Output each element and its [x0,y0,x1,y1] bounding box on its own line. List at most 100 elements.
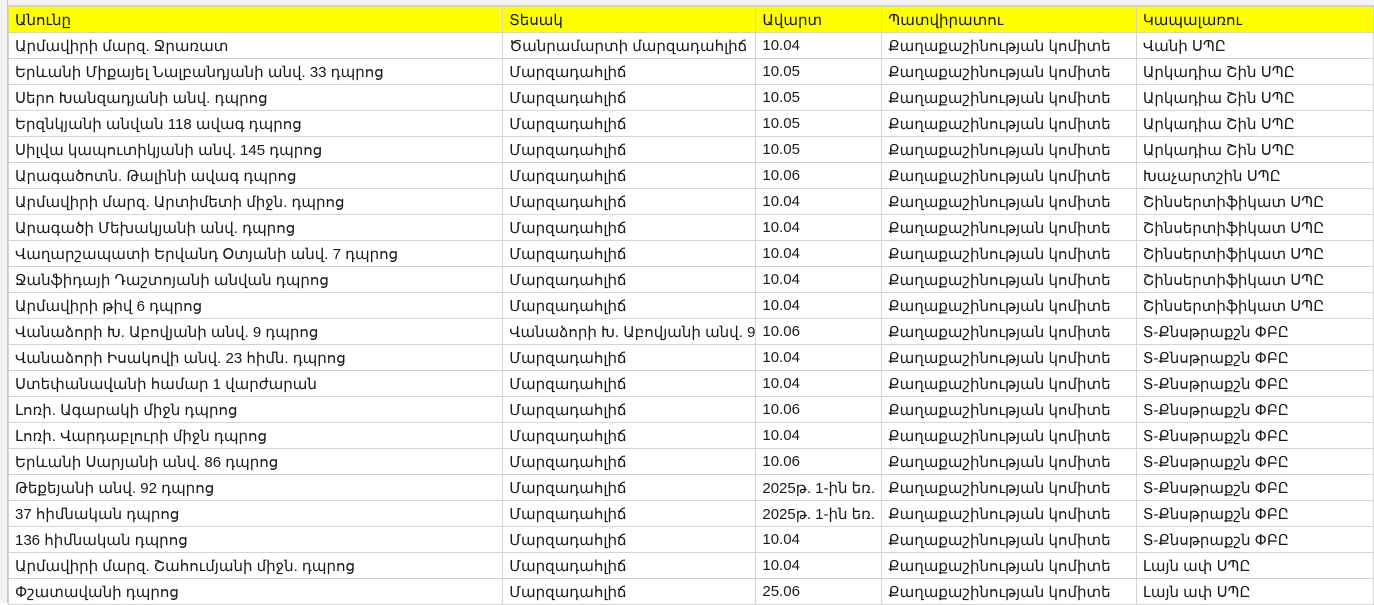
cell-type[interactable]: Մարզադահլիճ [502,188,757,215]
cell-client[interactable]: Քաղաքաշինության կոմիտե [881,188,1137,215]
cell-client[interactable]: Քաղաքաշինության կոմիտե [881,448,1137,475]
cell-client[interactable]: Քաղաքաշինության կոմիտե [881,474,1137,501]
cell-end[interactable]: 2025թ. 1-ին եռ. [755,500,883,527]
cell-type[interactable]: Մարզադահլիճ [502,84,757,111]
cell-client[interactable]: Քաղաքաշինության կոմիտե [881,266,1137,293]
cell-name[interactable]: Սիլվա կապուտիկյանի անվ. 145 դպրոց [7,136,504,163]
cell-client[interactable]: Քաղաքաշինության կոմիտե [881,84,1137,111]
cell-name[interactable]: Արմավիրի մարզ. Շահումյանի միջն. դպրոց [7,552,504,579]
cell-type[interactable]: Մարզադահլիճ [502,110,757,137]
cell-contractor[interactable]: Խաչարտշին ՍՊԸ [1135,162,1374,189]
cell-end[interactable]: 10.04 [755,188,883,215]
cell-name[interactable]: Թեքեյանի անվ. 92 դպրոց [7,474,504,501]
cell-end[interactable]: 10.06 [755,448,883,475]
cell-contractor[interactable]: Արկադիա Շին ՍՊԸ [1135,136,1374,163]
cell-name[interactable]: Արմավիրի թիվ 6 դպրոց [7,292,504,319]
cell-client[interactable]: Քաղաքաշինության կոմիտե [881,318,1137,345]
cell-name[interactable]: Լոռի. Ագարակի միջն դպրոց [7,396,504,423]
cell-name[interactable]: Լոռի. Վարդաբլուրի միջն դպրոց [7,422,504,449]
cell-name[interactable]: Արագածոտն. Թալինի ավագ դպրոց [7,162,504,189]
cell-end[interactable]: 10.05 [755,58,883,85]
cell-name[interactable]: Վանաձորի Իսակովի անվ. 23 հիմն. դպրոց [7,344,504,371]
cell-end[interactable]: 2025թ. 1-ին եռ. [755,474,883,501]
header-cell-contractor[interactable]: Կապալառու [1135,6,1374,33]
cell-name[interactable]: Ջանֆիդայի Դաշտոյանի անվան դպրոց [7,266,504,293]
cell-type[interactable]: Մարզադահլիճ [502,240,757,267]
cell-end[interactable]: 10.04 [755,344,883,371]
cell-end[interactable]: 10.04 [755,32,883,59]
cell-contractor[interactable]: Վանի ՍՊԸ [1135,32,1374,59]
cell-client[interactable]: Քաղաքաշինության կոմիտե [881,344,1137,371]
cell-type[interactable]: Մարզադահլիճ [502,370,757,397]
cell-client[interactable]: Քաղաքաշինության կոմիտե [881,500,1137,527]
cell-name[interactable]: Փշատավանի դպրոց [7,578,504,605]
cell-contractor[interactable]: Տ-Քնսթրաքշն ՓԲԸ [1135,396,1374,423]
cell-end[interactable]: 10.04 [755,422,883,449]
cell-client[interactable]: Քաղաքաշինության կոմիտե [881,214,1137,241]
cell-contractor[interactable]: Շինսերտիֆիկատ ՍՊԸ [1135,292,1374,319]
cell-type[interactable]: Մարզադահլիճ [502,162,757,189]
cell-name[interactable]: Վաղարշապատի Երվանդ Օտյանի անվ. 7 դպրոց [7,240,504,267]
cell-client[interactable]: Քաղաքաշինության կոմիտե [881,110,1137,137]
cell-end[interactable]: 10.05 [755,110,883,137]
cell-name[interactable]: Երևանի Միքայել Նալբանդյանի անվ. 33 դպրոց [7,58,504,85]
cell-contractor[interactable]: Տ-Քնսթրաքշն ՓԲԸ [1135,500,1374,527]
cell-name[interactable]: 136 հիմնական դպրոց [7,526,504,553]
cell-contractor[interactable]: Արկադիա Շին ՍՊԸ [1135,84,1374,111]
cell-client[interactable]: Քաղաքաշինության կոմիտե [881,552,1137,579]
cell-end[interactable]: 10.05 [755,84,883,111]
cell-type[interactable]: Վանաձորի Խ. Աբովյանի անվ. 9 [502,318,757,345]
cell-client[interactable]: Քաղաքաշինության կոմիտե [881,396,1137,423]
cell-name[interactable]: Ստեփանավանի համար 1 վարժարան [7,370,504,397]
cell-end[interactable]: 10.04 [755,552,883,579]
cell-type[interactable]: Մարզադահլիճ [502,266,757,293]
cell-name[interactable]: Արմավիրի մարզ. Արտիմետի միջն. դպրոց [7,188,504,215]
cell-type[interactable]: Մարզադահլիճ [502,578,757,605]
cell-type[interactable]: Ծանրամարտի մարզադահլիճ [502,32,757,59]
header-cell-client[interactable]: Պատվիրատու [881,6,1137,33]
cell-end[interactable]: 10.04 [755,240,883,267]
cell-type[interactable]: Մարզադահլիճ [502,292,757,319]
cell-name[interactable]: Սերո Խանզադյանի անվ. դպրոց [7,84,504,111]
cell-end[interactable]: 10.04 [755,370,883,397]
cell-end[interactable]: 25.06 [755,578,883,605]
cell-end[interactable]: 10.06 [755,162,883,189]
cell-type[interactable]: Մարզադահլիճ [502,526,757,553]
cell-client[interactable]: Քաղաքաշինության կոմիտե [881,162,1137,189]
cell-client[interactable]: Քաղաքաշինության կոմիտե [881,240,1137,267]
cell-contractor[interactable]: Լայն ափ ՍՊԸ [1135,578,1374,605]
cell-type[interactable]: Մարզադահլիճ [502,448,757,475]
cell-contractor[interactable]: Տ-Քնսթրաքշն ՓԲԸ [1135,526,1374,553]
cell-name[interactable]: Արագածի Մեխակյանի անվ. դպրոց [7,214,504,241]
header-cell-name[interactable]: Անունը [7,6,504,33]
cell-client[interactable]: Քաղաքաշինության կոմիտե [881,58,1137,85]
cell-type[interactable]: Մարզադահլիճ [502,396,757,423]
header-cell-type[interactable]: Տեսակ [502,6,757,33]
cell-end[interactable]: 10.04 [755,526,883,553]
cell-contractor[interactable]: Տ-Քնսթրաքշն ՓԲԸ [1135,474,1374,501]
cell-type[interactable]: Մարզադահլիճ [502,214,757,241]
cell-client[interactable]: Քաղաքաշինության կոմիտե [881,136,1137,163]
cell-type[interactable]: Մարզադահլիճ [502,136,757,163]
cell-contractor[interactable]: Շինսերտիֆիկատ ՍՊԸ [1135,188,1374,215]
cell-end[interactable]: 10.06 [755,396,883,423]
cell-name[interactable]: Վանաձորի Խ. Աբովյանի անվ. 9 դպրոց [7,318,504,345]
cell-name[interactable]: Երզնկյանի անվան 118 ավագ դպրոց [7,110,504,137]
header-cell-end[interactable]: Ավարտ [755,6,883,33]
cell-type[interactable]: Մարզադահլիճ [502,500,757,527]
cell-end[interactable]: 10.04 [755,292,883,319]
cell-contractor[interactable]: Լայն ափ ՍՊԸ [1135,552,1374,579]
cell-type[interactable]: Մարզադահլիճ [502,58,757,85]
cell-name[interactable]: 37 հիմնական դպրոց [7,500,504,527]
cell-type[interactable]: Մարզադահլիճ [502,552,757,579]
cell-name[interactable]: Արմավիրի մարզ. Ջրառատ [7,32,504,59]
cell-client[interactable]: Քաղաքաշինության կոմիտե [881,578,1137,605]
cell-client[interactable]: Քաղաքաշինության կոմիտե [881,32,1137,59]
cell-contractor[interactable]: Շինսերտիֆիկատ ՍՊԸ [1135,266,1374,293]
cell-contractor[interactable]: Շինսերտիֆիկատ ՍՊԸ [1135,214,1374,241]
cell-type[interactable]: Մարզադահլիճ [502,422,757,449]
cell-contractor[interactable]: Արկադիա Շին ՍՊԸ [1135,58,1374,85]
cell-client[interactable]: Քաղաքաշինության կոմիտե [881,526,1137,553]
cell-client[interactable]: Քաղաքաշինության կոմիտե [881,422,1137,449]
cell-contractor[interactable]: Տ-Քնսթրաքշն ՓԲԸ [1135,370,1374,397]
